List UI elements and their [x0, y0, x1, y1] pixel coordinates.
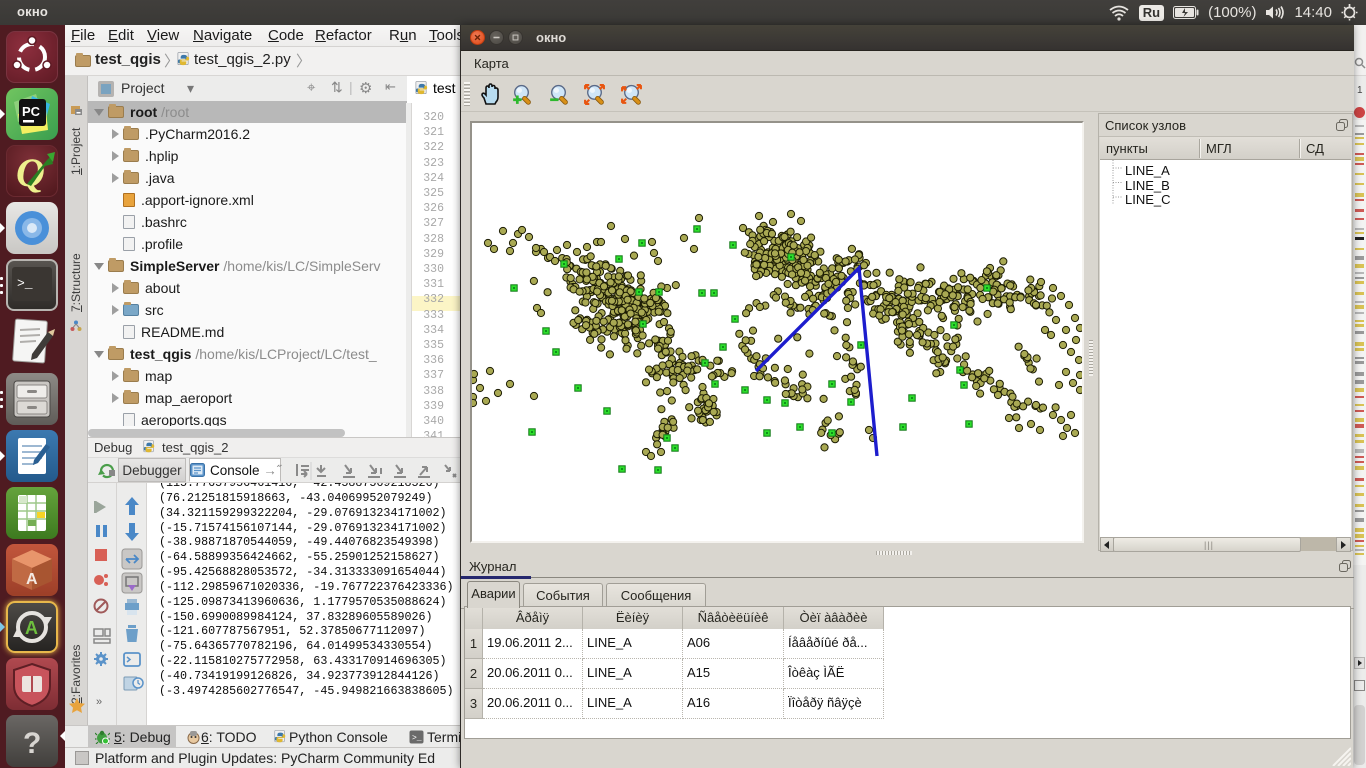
svg-text:?: ? [23, 727, 41, 760]
svg-text:>_: >_ [17, 276, 33, 291]
svg-text:Q: Q [16, 150, 45, 195]
svg-text:»: » [96, 696, 102, 708]
svg-text:A: A [25, 618, 38, 638]
svg-text:>_: >_ [412, 734, 422, 743]
svg-text:A: A [26, 571, 38, 588]
svg-text:PC: PC [22, 104, 41, 119]
